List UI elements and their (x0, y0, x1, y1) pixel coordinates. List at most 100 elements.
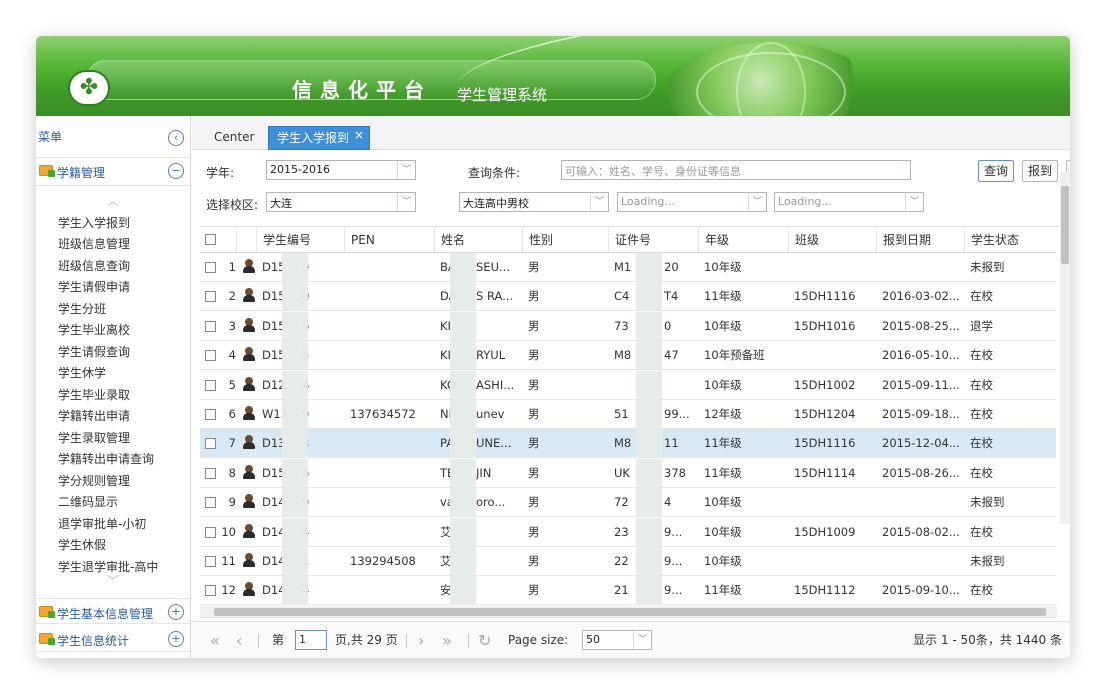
page-number-input[interactable]: 1 (295, 630, 327, 650)
menu-item[interactable]: 学生请假申请 (58, 278, 130, 295)
redaction-blur (450, 311, 476, 340)
menu-group-basic-info[interactable]: 学生基本信息管理 + (36, 598, 190, 624)
menu-item[interactable]: 学生入学报到 (58, 214, 130, 231)
table-row[interactable]: 12D144安男219...11年级15DH11122015-09-10...在… (200, 576, 1056, 606)
query-button[interactable]: 查询 (978, 160, 1014, 182)
menu-item[interactable]: 学生分班 (58, 300, 106, 317)
campus-select[interactable]: 大连 ﹀ (266, 192, 416, 212)
collapse-left-icon[interactable]: ‹ (168, 130, 184, 146)
select-all-checkbox[interactable] (205, 234, 216, 245)
school-select[interactable]: 大连高中男校 ﹀ (459, 192, 609, 212)
table-row[interactable]: 5D124KOASHI...男10年级15DH10022015-09-11...… (200, 370, 1056, 400)
table-row[interactable]: 2D150DAS RA...男C4T411年级15DH11162016-03-0… (200, 282, 1056, 312)
row-checkbox[interactable] (205, 262, 216, 273)
menu-item[interactable]: 学籍转出申请 (58, 407, 130, 424)
row-checkbox[interactable] (205, 379, 216, 391)
cell-cert-no: M8 (614, 436, 632, 451)
class-select[interactable]: Loading... ﹀ (774, 192, 924, 212)
menu-item[interactable]: 班级信息管理 (58, 235, 130, 252)
table-row[interactable]: 1D159BASEU...男M12010年级未报到 (200, 253, 1056, 282)
redaction-blur (282, 311, 308, 340)
menu-item[interactable]: 学籍转出申请查询 (58, 450, 154, 467)
col-gender[interactable]: 性别 (522, 227, 608, 253)
menu-item[interactable]: 学生请假查询 (58, 343, 130, 360)
scroll-down-icon[interactable]: ﹀ (106, 575, 120, 587)
chevron-down-icon[interactable]: ﹀ (397, 193, 415, 211)
menu-group-xueji[interactable]: 学籍管理 − (36, 158, 190, 186)
page-size-select[interactable]: 50 ﹀ (582, 630, 652, 650)
table-row[interactable]: 9D149vaoro...男72410年级未报到 (200, 488, 1056, 518)
row-checkbox[interactable] (205, 291, 216, 303)
col-name[interactable]: 姓名 (434, 227, 522, 253)
system-subtitle: 学生管理系统 (457, 86, 548, 104)
menu-item[interactable]: 学生休学 (58, 364, 106, 381)
menu-item[interactable]: 二维码显示 (58, 493, 118, 510)
scroll-up-icon[interactable]: ︿ (106, 195, 120, 207)
cell-name-tail: JIN (476, 465, 492, 480)
col-class[interactable]: 班级 (788, 227, 876, 253)
col-register-date[interactable]: 报到日期 (876, 227, 964, 253)
row-checkbox[interactable] (205, 497, 216, 509)
chevron-down-icon[interactable]: ﹀ (633, 631, 651, 649)
row-checkbox[interactable] (205, 556, 216, 567)
redaction-blur (450, 282, 476, 311)
row-checkbox[interactable] (205, 350, 216, 362)
next-page-icon[interactable]: › (418, 622, 424, 658)
col-grade[interactable]: 年级 (698, 227, 788, 253)
table-row[interactable]: 3D156KI男73010年级15DH10162015-08-25...退学 (200, 311, 1056, 341)
last-page-icon[interactable]: » (442, 622, 452, 658)
horizontal-scroll-thumb[interactable] (214, 608, 1046, 616)
app-window: ✤ 信息化平台 学生管理系统 菜单 ‹ 学籍管理 − ︿ 学生入学报到 班级信息… (36, 36, 1070, 658)
menu-item[interactable]: 学生毕业离校 (58, 321, 130, 338)
vertical-scroll-thumb[interactable] (1061, 186, 1069, 264)
table-row[interactable]: 7D133PAUNE...男M81111年级15DH11162015-12-04… (200, 429, 1056, 459)
col-status[interactable]: 学生状态 (964, 227, 1056, 253)
tab-center[interactable]: Center (206, 126, 262, 150)
chevron-down-icon[interactable]: ﹀ (905, 193, 923, 211)
menu-group-statistics[interactable]: 学生信息统计 + (36, 626, 190, 652)
table-row[interactable]: 10D144艾男239...10年级15DH10092015-08-02...在… (200, 517, 1056, 547)
redaction-blur (636, 547, 662, 575)
col-student-no[interactable]: 学生编号 (256, 227, 344, 253)
row-checkbox[interactable] (205, 585, 216, 597)
menu-item[interactable]: 学分规则管理 (58, 472, 130, 489)
menu-item[interactable]: 学生退学审批-高中 (58, 558, 158, 575)
menu-item[interactable]: 学生录取管理 (58, 429, 130, 446)
chevron-down-icon[interactable]: ﹀ (748, 193, 766, 211)
register-button[interactable]: 报到 (1022, 160, 1058, 182)
menu-item[interactable]: 班级信息查询 (58, 257, 130, 274)
redaction-blur (450, 253, 476, 281)
first-page-icon[interactable]: « (210, 622, 220, 658)
close-icon[interactable]: × (354, 124, 364, 146)
year-select[interactable]: 2015-2016 ﹀ (266, 160, 416, 180)
expand-plus-icon[interactable]: + (168, 604, 184, 620)
chevron-down-icon[interactable]: ﹀ (397, 161, 415, 179)
table-row[interactable]: 11D141139294508艾男229...10年级未报到 (200, 547, 1056, 576)
query-input[interactable]: 可输入：姓名、学号、身份证等信息 (561, 160, 911, 180)
row-checkbox[interactable] (205, 409, 216, 420)
menu-group-label: 学生信息统计 (57, 634, 130, 648)
expand-plus-icon[interactable]: + (168, 631, 184, 647)
col-pen[interactable]: PEN (344, 227, 434, 253)
prev-page-icon[interactable]: ‹ (236, 622, 242, 658)
cell-register-date: 2015-09-18... (882, 407, 960, 421)
row-checkbox[interactable] (205, 438, 216, 450)
collapse-minus-icon[interactable]: − (168, 163, 184, 179)
table-row[interactable]: 4D155KIRYUL男M84710年预备班2016-05-10...在校 (200, 341, 1056, 371)
cell-cert-no: 72 (614, 495, 629, 510)
refresh-icon[interactable]: ↻ (478, 622, 491, 658)
grade-select[interactable]: Loading... ﹀ (617, 192, 767, 212)
menu-item[interactable]: 退学审批单-小初 (58, 515, 146, 532)
cell-status: 在校 (970, 436, 993, 451)
menu-item[interactable]: 学生休假 (58, 536, 106, 553)
cell-register-date: 2015-09-11... (882, 377, 960, 392)
table-row[interactable]: 6W139137634572Niunev男5199...12年级15DH1204… (200, 400, 1056, 429)
table-row[interactable]: 8D156TEJIN男UK37811年级15DH11142015-08-26..… (200, 458, 1056, 488)
menu-item[interactable]: 学生毕业录取 (58, 386, 130, 403)
col-cert-no[interactable]: 证件号 (608, 227, 698, 253)
tab-student-enrollment[interactable]: 学生入学报到 × (268, 124, 371, 150)
row-checkbox[interactable] (205, 526, 216, 538)
chevron-down-icon[interactable]: ﹀ (590, 193, 608, 211)
row-checkbox[interactable] (205, 467, 216, 479)
row-checkbox[interactable] (205, 320, 216, 332)
